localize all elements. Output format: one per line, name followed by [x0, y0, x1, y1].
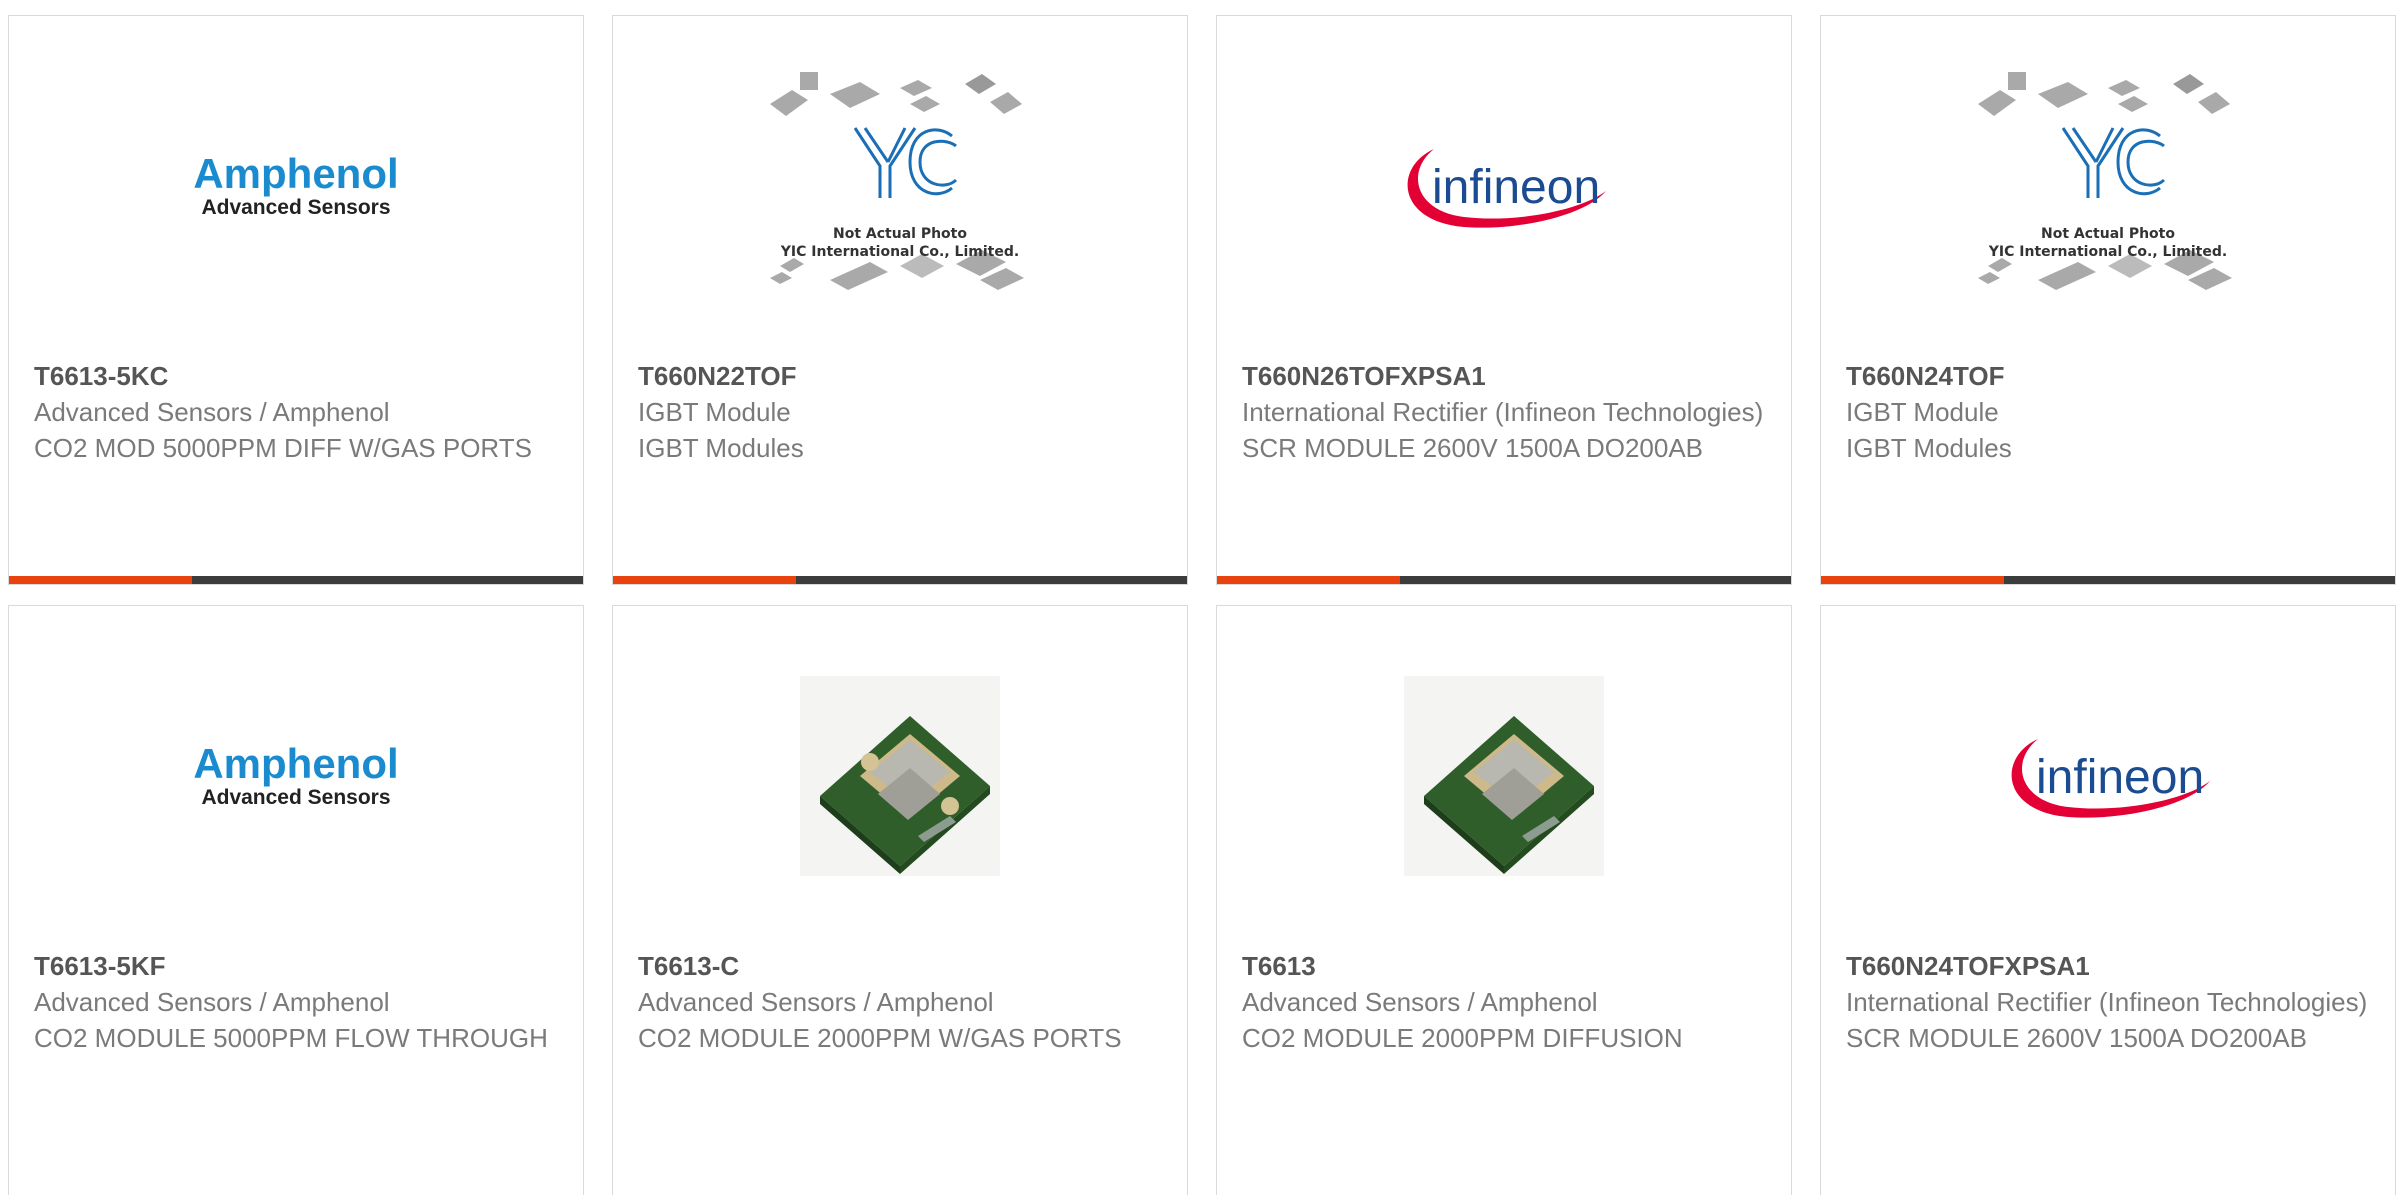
manufacturer: Advanced Sensors / Amphenol [638, 987, 994, 1017]
manufacturer: Advanced Sensors / Amphenol [34, 987, 390, 1017]
product-info: T660N22TOF IGBT Module IGBT Modules [638, 359, 1167, 466]
product-card[interactable]: Not Actual Photo YIC International Co., … [1820, 15, 2396, 585]
product-card[interactable]: Not Actual Photo YIC International Co., … [612, 15, 1188, 585]
manufacturer: Advanced Sensors / Amphenol [34, 397, 390, 427]
description: CO2 MOD 5000PPM DIFF W/GAS PORTS [34, 433, 532, 463]
product-image[interactable] [1217, 646, 1791, 906]
card-bottom-bar [613, 576, 1187, 584]
product-info: T660N24TOFXPSA1 International Rectifier … [1846, 949, 2375, 1056]
yic-placeholder-image: Not Actual Photo YIC International Co., … [1978, 72, 2232, 290]
svg-text:infineon: infineon [1432, 161, 1600, 214]
svg-text:Not Actual Photo: Not Actual Photo [833, 226, 967, 242]
part-number-link[interactable]: T660N24TOF [1846, 359, 2375, 394]
part-number-link[interactable]: T660N26TOFXPSA1 [1242, 359, 1771, 394]
part-number-link[interactable]: T6613 [1242, 949, 1771, 984]
product-info: T6613-5KC Advanced Sensors / Amphenol CO… [34, 359, 563, 466]
part-number-link[interactable]: T6613-C [638, 949, 1167, 984]
product-image[interactable] [613, 646, 1187, 906]
description: CO2 MODULE 5000PPM FLOW THROUGH [34, 1023, 548, 1053]
part-number-link[interactable]: T660N24TOFXPSA1 [1846, 949, 2375, 984]
product-info: T6613-5KF Advanced Sensors / Amphenol CO… [34, 949, 563, 1056]
description: SCR MODULE 2600V 1500A DO200AB [1846, 1023, 2308, 1053]
product-card[interactable]: infineon T660N26TOFXPSA1 International R… [1216, 15, 1792, 585]
infineon-logo: infineon [1407, 149, 1606, 228]
svg-text:infineon: infineon [2036, 751, 2204, 804]
card-bottom-bar [9, 576, 583, 584]
product-info: T6613-C Advanced Sensors / Amphenol CO2 … [638, 949, 1167, 1056]
part-number-link[interactable]: T6613-5KF [34, 949, 563, 984]
product-info: T660N24TOF IGBT Module IGBT Modules [1846, 359, 2375, 466]
product-card[interactable]: Amphenol Advanced Sensors T6613-5KF Adva… [8, 605, 584, 1195]
part-number-link[interactable]: T660N22TOF [638, 359, 1167, 394]
description: CO2 MODULE 2000PPM DIFFUSION [1242, 1023, 1683, 1053]
svg-text:YIC International Co., Limited: YIC International Co., Limited. [780, 244, 1019, 260]
amphenol-logo: Amphenol Advanced Sensors [193, 150, 399, 220]
accent-bar [1217, 576, 1400, 584]
product-image[interactable]: Not Actual Photo YIC International Co., … [1821, 56, 2395, 316]
description: IGBT Modules [1846, 433, 2012, 463]
manufacturer: International Rectifier (Infineon Techno… [1242, 397, 1764, 427]
amphenol-logo: Amphenol Advanced Sensors [193, 740, 399, 810]
manufacturer: Advanced Sensors / Amphenol [1242, 987, 1598, 1017]
description: CO2 MODULE 2000PPM W/GAS PORTS [638, 1023, 1122, 1053]
description: IGBT Modules [638, 433, 804, 463]
part-number-link[interactable]: T6613-5KC [34, 359, 563, 394]
product-grid: Amphenol Advanced Sensors T6613-5KC Adva… [0, 0, 2400, 1195]
product-card[interactable]: T6613-C Advanced Sensors / Amphenol CO2 … [612, 605, 1188, 1195]
product-card[interactable]: Amphenol Advanced Sensors T6613-5KC Adva… [8, 15, 584, 585]
card-bottom-bar [1217, 576, 1791, 584]
sensor-module-photo [1404, 676, 1604, 876]
card-bottom-bar [1821, 576, 2395, 584]
description: SCR MODULE 2600V 1500A DO200AB [1242, 433, 1704, 463]
yic-placeholder-image: Not Actual Photo YIC International Co., … [770, 72, 1024, 290]
sensor-module-photo [800, 676, 1000, 876]
product-info: T660N26TOFXPSA1 International Rectifier … [1242, 359, 1771, 466]
svg-text:YIC International Co., Limited: YIC International Co., Limited. [1988, 244, 2227, 260]
product-image[interactable]: infineon [1217, 56, 1791, 316]
accent-bar [1821, 576, 2004, 584]
manufacturer: IGBT Module [1846, 397, 1999, 427]
product-image[interactable]: Not Actual Photo YIC International Co., … [613, 56, 1187, 316]
svg-text:Not Actual Photo: Not Actual Photo [2041, 226, 2175, 242]
manufacturer: IGBT Module [638, 397, 791, 427]
product-card[interactable]: infineon T660N24TOFXPSA1 International R… [1820, 605, 2396, 1195]
product-image[interactable]: Amphenol Advanced Sensors [9, 56, 583, 316]
accent-bar [613, 576, 796, 584]
accent-bar [9, 576, 192, 584]
product-image[interactable]: infineon [1821, 646, 2395, 906]
manufacturer: International Rectifier (Infineon Techno… [1846, 987, 2368, 1017]
product-card[interactable]: T6613 Advanced Sensors / Amphenol CO2 MO… [1216, 605, 1792, 1195]
product-image[interactable]: Amphenol Advanced Sensors [9, 646, 583, 906]
infineon-logo: infineon [2011, 739, 2210, 818]
product-info: T6613 Advanced Sensors / Amphenol CO2 MO… [1242, 949, 1771, 1056]
